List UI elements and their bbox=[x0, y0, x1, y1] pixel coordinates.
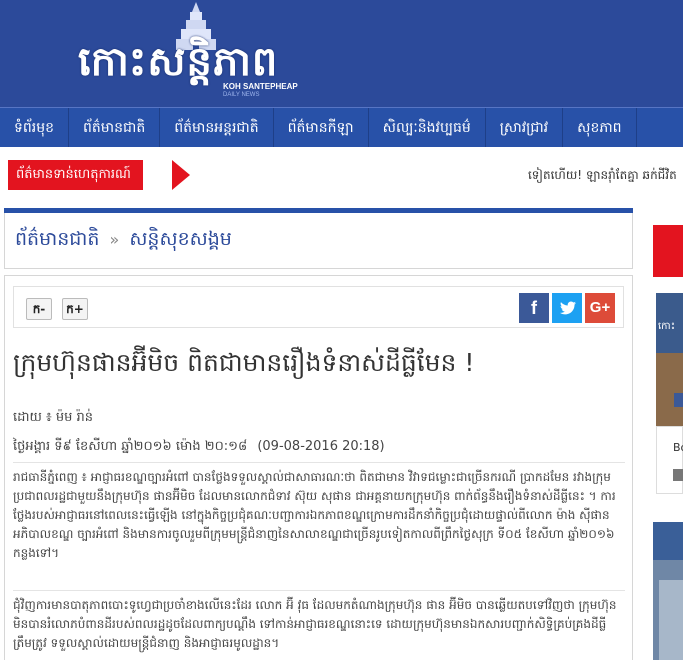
article-headline: ក្រុមហ៊ុនផានអ៊ីមិច ពិតជាមានរឿងទំនាស់ដីធ្… bbox=[13, 348, 475, 377]
breadcrumb: ព័ត៌មានជាតិ » សន្តិសុខសង្គម bbox=[4, 213, 633, 269]
site-header: កោះសន្តិភាព KOH SANTEPHEAP DAILY NEWS bbox=[0, 0, 683, 107]
article-byline: ដោយ ៖ ម៉ម រ៉ាន់ bbox=[13, 410, 93, 425]
article-date-numeric: (09-08-2016 20:18) bbox=[257, 439, 385, 454]
nav-item-research[interactable]: ស្រាវជ្រាវ bbox=[486, 108, 564, 147]
divider bbox=[13, 590, 625, 591]
advert-photo bbox=[656, 353, 683, 426]
article-panel: ព័ត៌មានជាតិ » សន្តិសុខសង្គម ក- ក+ f G+ ក… bbox=[4, 208, 633, 660]
facebook-share-icon[interactable]: f bbox=[519, 293, 549, 323]
site-logo[interactable]: កោះសន្តិភាព KOH SANTEPHEAP DAILY NEWS bbox=[78, 0, 308, 105]
logo-english-name: KOH SANTEPHEAP bbox=[223, 82, 298, 91]
nav-item-arts-culture[interactable]: សិល្បៈនិងវប្បធម៌ bbox=[369, 108, 486, 147]
breaking-news-label: ព័ត៌មានទាន់ហេតុការណ៍ bbox=[8, 160, 143, 190]
sidebar-widget: Bo bbox=[656, 426, 683, 494]
breadcrumb-section-link[interactable]: ព័ត៌មានជាតិ bbox=[15, 228, 99, 250]
google-plus-share-icon[interactable]: G+ bbox=[585, 293, 615, 323]
divider bbox=[13, 462, 625, 463]
globe-icon bbox=[673, 469, 683, 481]
nav-item-home[interactable]: ទំព័រមុខ bbox=[0, 108, 69, 147]
article-content: ក- ក+ f G+ ក្រុមហ៊ុនផានអ៊ីមិច ពិតជាមានរឿ… bbox=[4, 275, 633, 660]
advert-label: កោះ bbox=[658, 321, 676, 332]
article-toolbar: ក- ក+ f G+ bbox=[13, 286, 624, 328]
breadcrumb-separator: » bbox=[109, 230, 120, 249]
article-paragraph: រាជធានីភ្នំពេញ ៖ អាជ្ញាធរខណ្ឌច្បារអំពៅ ប… bbox=[13, 470, 616, 560]
twitter-share-icon[interactable] bbox=[552, 293, 582, 323]
article-date: ថ្ងៃអង្គារ ទី៩ ខែសីហា ឆ្នាំ២០១៦ ម៉ោង ២០:… bbox=[13, 438, 385, 457]
news-ticker-link[interactable]: ទៀតហើយ! ឡានរ៉ាំតែគ្នា ឆក់ជីវិត bbox=[528, 167, 677, 185]
font-increase-button[interactable]: ក+ bbox=[62, 298, 88, 320]
breaking-news-bar: ព័ត៌មានទាន់ហេតុការណ៍ ទៀតហើយ! ឡានរ៉ាំតែគ្… bbox=[0, 147, 683, 205]
advert-building bbox=[659, 580, 683, 660]
breaking-arrow-icon bbox=[172, 160, 190, 190]
nav-item-international[interactable]: ព័ត៌មានអន្តរជាតិ bbox=[160, 108, 274, 147]
nav-item-sports[interactable]: ព័ត៌មានកីឡា bbox=[274, 108, 369, 147]
sidebar-advert[interactable]: កោះ bbox=[656, 293, 683, 426]
main-nav: ទំព័រមុខ ព័ត៌មានជាតិ ព័ត៌មានអន្តរជាតិ ព័… bbox=[0, 107, 683, 147]
logo-tagline: DAILY NEWS bbox=[223, 92, 260, 98]
sidebar-widget-text: Bo bbox=[673, 441, 683, 454]
sidebar-red-banner[interactable] bbox=[653, 225, 683, 277]
article-date-khmer: ថ្ងៃអង្គារ ទី៩ ខែសីហា ឆ្នាំ២០១៦ ម៉ោង ២០:… bbox=[13, 439, 248, 454]
article-paragraph: ជុំវិញការមានបាតុភាពបោះទូហ្វេជាប្រចាំខាងល… bbox=[13, 598, 617, 650]
breadcrumb-subsection-link[interactable]: សន្តិសុខសង្គម bbox=[129, 228, 232, 250]
font-decrease-button[interactable]: ក- bbox=[26, 298, 52, 320]
nav-item-health[interactable]: សុខភាព bbox=[563, 108, 637, 147]
nav-item-national[interactable]: ព័ត៌មានជាតិ bbox=[69, 108, 161, 147]
facebook-icon bbox=[674, 393, 683, 407]
twitter-bird-icon bbox=[560, 301, 576, 315]
sidebar-advert-2[interactable] bbox=[653, 522, 683, 660]
